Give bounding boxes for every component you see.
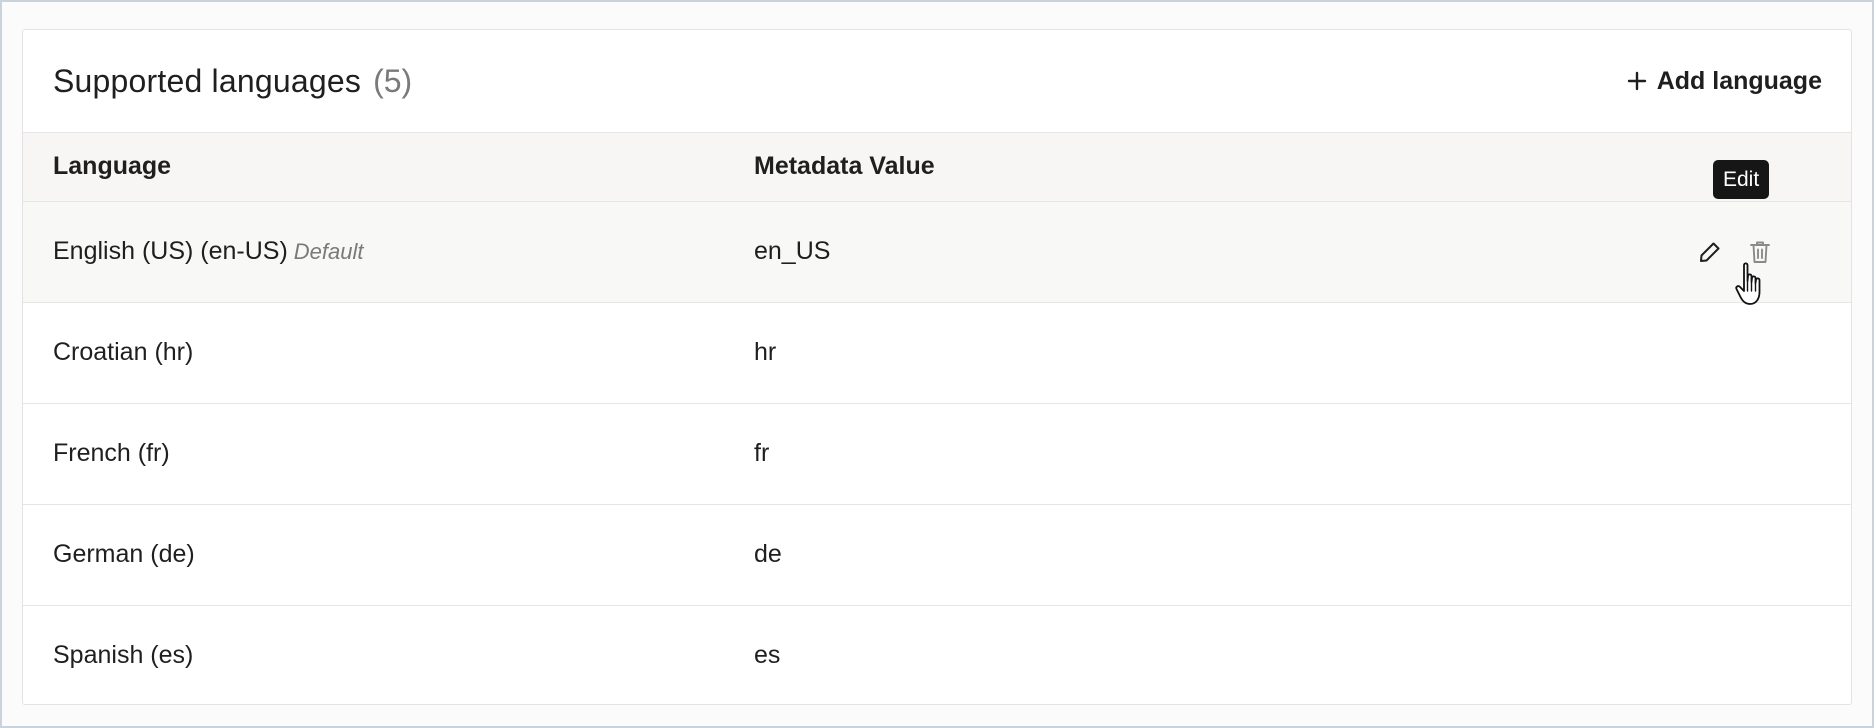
actions-cell	[1691, 403, 1851, 504]
actions-cell	[1691, 504, 1851, 605]
metadata-value-cell: hr	[754, 338, 777, 366]
add-language-button[interactable]: Add language	[1627, 67, 1822, 96]
language-name: French (fr)	[53, 439, 170, 467]
language-cell: Spanish (es)	[23, 605, 754, 706]
language-cell: English (US) (en-US) Default	[23, 201, 754, 302]
actions-cell	[1691, 201, 1851, 302]
table-row[interactable]: French (fr) fr	[23, 403, 1851, 504]
edit-button[interactable]	[1697, 239, 1723, 265]
metadata-value-cell: fr	[754, 439, 770, 467]
language-cell: Croatian (hr)	[23, 302, 754, 403]
language-count: (5)	[373, 62, 413, 99]
metadata-value-cell: de	[754, 540, 782, 568]
page-frame: Supported languages (5) Add language Lang…	[0, 0, 1874, 728]
language-cell: German (de)	[23, 504, 754, 605]
metadata-value-cell: en_US	[754, 237, 831, 265]
metadata-value-cell: es	[754, 641, 781, 670]
languages-card: Supported languages (5) Add language Lang…	[22, 29, 1852, 705]
language-name: Spanish (es)	[53, 641, 194, 670]
language-name: Croatian (hr)	[53, 338, 194, 366]
table-row[interactable]: German (de) de	[23, 504, 1851, 605]
pencil-icon	[1700, 242, 1720, 262]
languages-table: Language Metadata Value English (US) (en…	[23, 133, 1851, 706]
section-heading: Supported languages (5)	[53, 63, 412, 100]
edit-tooltip: Edit	[1713, 160, 1770, 199]
add-language-label: Add language	[1656, 66, 1822, 95]
column-header-language: Language	[53, 152, 172, 181]
language-cell: French (fr)	[23, 403, 754, 504]
column-header-metadata-value: Metadata Value	[754, 152, 935, 181]
language-name: English (US) (en-US)	[53, 237, 288, 265]
language-name: German (de)	[53, 540, 195, 568]
actions-cell	[1691, 302, 1851, 403]
section-title: Supported languages	[53, 62, 362, 99]
table-row[interactable]: Spanish (es) es	[23, 605, 1851, 706]
table-row[interactable]: English (US) (en-US) Default en_US	[23, 201, 1851, 302]
table-header-row: Language Metadata Value	[23, 133, 1851, 201]
hand-pointer-icon	[1735, 262, 1761, 305]
table-row[interactable]: Croatian (hr) hr	[23, 302, 1851, 403]
plus-icon	[1627, 71, 1646, 91]
actions-cell	[1691, 605, 1851, 706]
default-badge: Default	[293, 239, 364, 264]
card-header: Supported languages (5) Add language	[23, 30, 1851, 133]
